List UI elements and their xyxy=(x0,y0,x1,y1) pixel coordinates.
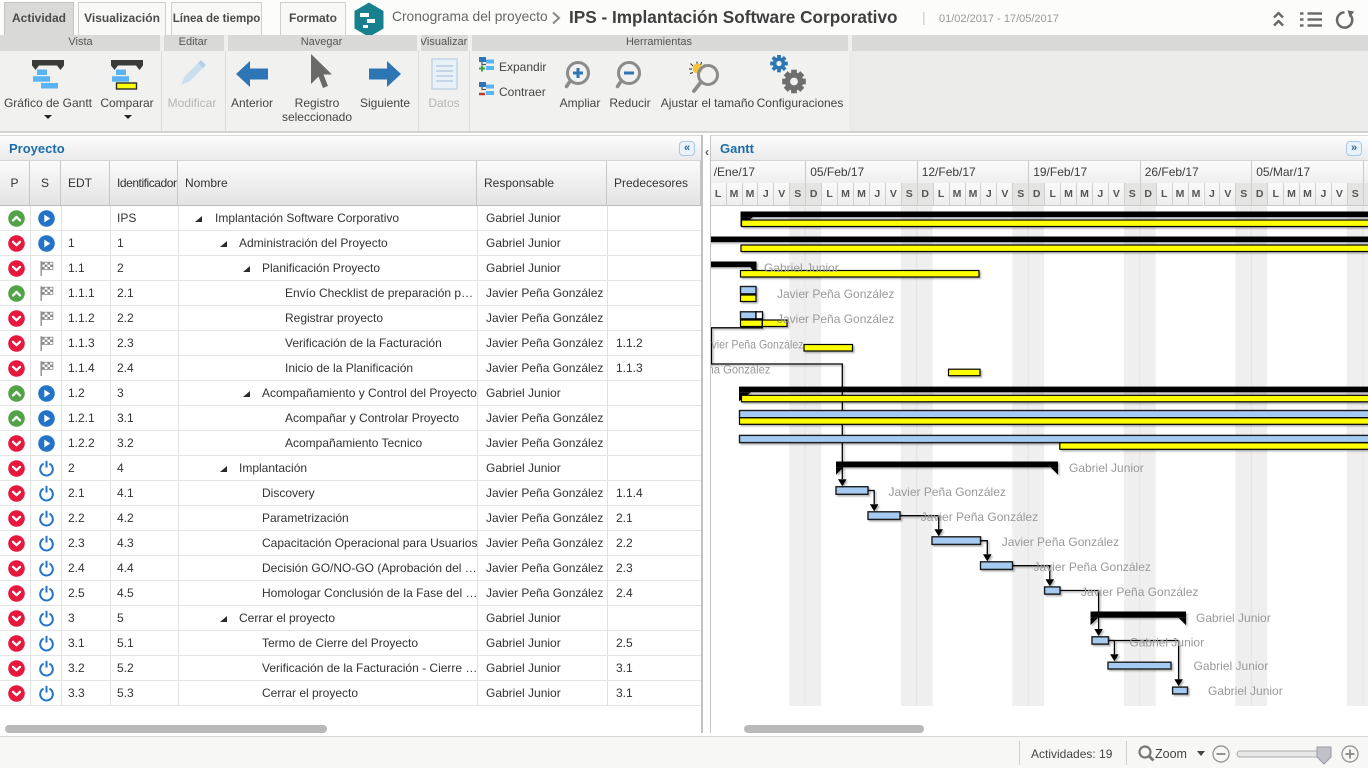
svg-text:Gabriel Junior: Gabriel Junior xyxy=(764,260,839,274)
svg-text:Javier Peña González: Javier Peña González xyxy=(1081,585,1198,599)
svg-text:ña González: ña González xyxy=(711,362,771,376)
svg-text:vier Peña González: vier Peña González xyxy=(712,337,804,351)
svg-text:Javier Peña González: Javier Peña González xyxy=(1002,535,1119,549)
svg-text:Javier Peña González: Javier Peña González xyxy=(777,312,894,326)
svg-text:Gabriel Junior: Gabriel Junior xyxy=(1194,659,1269,673)
svg-text:Javier Peña González: Javier Peña González xyxy=(889,485,1006,499)
svg-text:Gabriel Junior: Gabriel Junior xyxy=(1208,684,1283,698)
svg-text:Javier Peña González: Javier Peña González xyxy=(1034,560,1151,574)
svg-text:Gabriel Junior: Gabriel Junior xyxy=(1196,611,1271,625)
svg-text:Javier Peña González: Javier Peña González xyxy=(921,510,1038,524)
svg-text:Gabriel Junior: Gabriel Junior xyxy=(1069,461,1144,475)
svg-text:Javier Peña González: Javier Peña González xyxy=(777,287,894,301)
svg-text:Gabriel Junior: Gabriel Junior xyxy=(1129,635,1204,649)
